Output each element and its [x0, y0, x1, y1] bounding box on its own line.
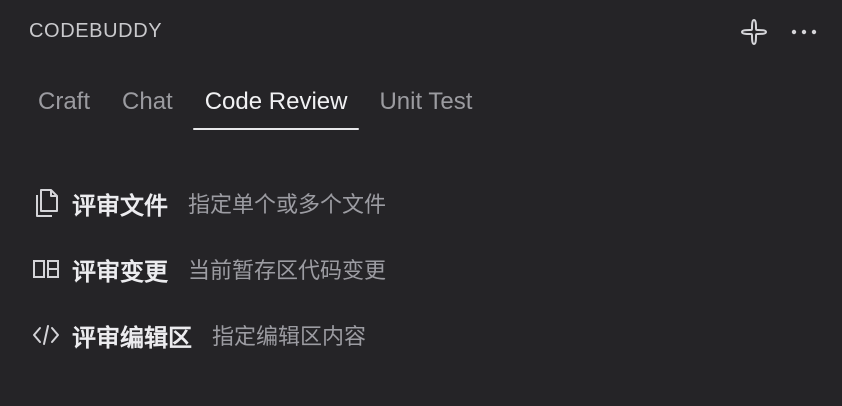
sparkle-cross-icon: [741, 19, 767, 45]
review-editor-item[interactable]: 评审编辑区 指定编辑区内容: [30, 312, 820, 358]
review-changes-item[interactable]: 评审变更 当前暂存区代码变更: [30, 246, 820, 292]
more-horizontal-icon: [791, 29, 817, 35]
tab-code-review[interactable]: Code Review: [189, 84, 364, 130]
review-editor-label: 评审编辑区: [72, 324, 192, 352]
diff-compare-icon: [30, 253, 62, 285]
tab-unit-test[interactable]: Unit Test: [363, 84, 488, 128]
code-brackets-icon: [30, 319, 62, 351]
sparkle-cross-button[interactable]: [738, 16, 770, 48]
more-options-button[interactable]: [788, 16, 820, 48]
review-editor-description: 指定编辑区内容: [212, 324, 367, 349]
review-changes-label: 评审变更: [72, 258, 168, 286]
codebuddy-panel: CODEBUDDY Craft Chat Code Review Unit Te…: [0, 0, 842, 406]
review-actions-list: 评审文件 指定单个或多个文件 评审变更 当前暂存区代码变更 评审编辑区 指定编辑…: [30, 180, 820, 378]
review-changes-description: 当前暂存区代码变更: [188, 258, 387, 283]
files-icon: [30, 187, 62, 219]
mode-tabs: Craft Chat Code Review Unit Test: [22, 84, 488, 132]
app-title: CODEBUDDY: [29, 20, 163, 42]
review-files-item[interactable]: 评审文件 指定单个或多个文件: [30, 180, 820, 226]
header-actions: [738, 16, 820, 48]
tab-craft[interactable]: Craft: [22, 84, 106, 128]
panel-header: CODEBUDDY: [0, 0, 842, 64]
tab-chat[interactable]: Chat: [106, 84, 189, 128]
review-files-description: 指定单个或多个文件: [188, 192, 387, 217]
review-files-label: 评审文件: [72, 192, 168, 220]
